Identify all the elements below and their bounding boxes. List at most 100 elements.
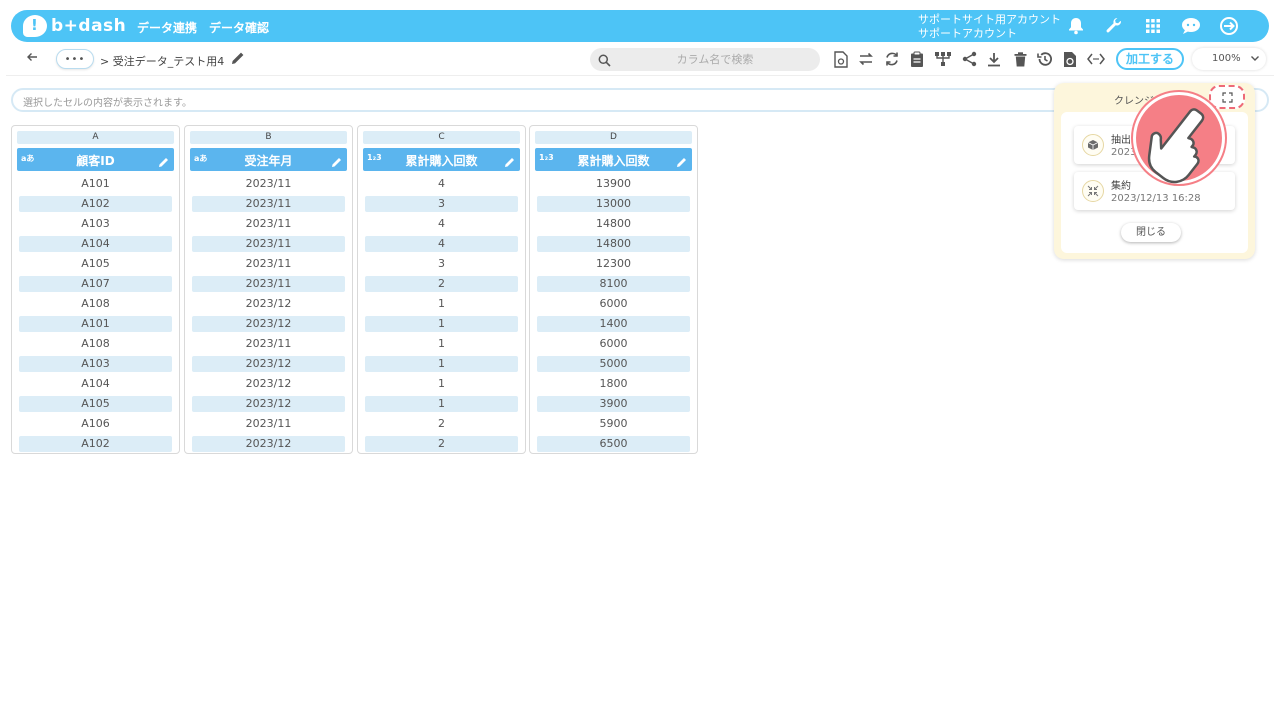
table-cell[interactable]: 13000 — [537, 196, 690, 212]
nav-data-integration[interactable]: データ連携 — [137, 19, 197, 36]
table-cell[interactable]: 3 — [365, 196, 518, 212]
table-cell[interactable]: 6000 — [535, 294, 692, 314]
table-cell[interactable]: 4 — [365, 236, 518, 252]
back-arrow-icon[interactable] — [26, 51, 38, 67]
table-cell[interactable]: 1 — [365, 396, 518, 412]
refresh-icon[interactable] — [883, 50, 901, 68]
table-cell[interactable]: A104 — [17, 374, 174, 394]
nav-data-check[interactable]: データ確認 — [209, 19, 269, 36]
table-cell[interactable]: 2023/11 — [190, 414, 347, 434]
table-cell[interactable]: 4 — [363, 214, 520, 234]
table-cell[interactable]: A105 — [17, 254, 174, 274]
table-cell[interactable]: 2023/12 — [192, 316, 345, 332]
table-cell[interactable]: 1400 — [537, 316, 690, 332]
logout-icon[interactable] — [1218, 15, 1240, 37]
table-cell[interactable]: A103 — [19, 356, 172, 372]
column-letter[interactable]: A — [17, 131, 174, 144]
column-cells: 4 3 4 4 3 2 1 1 1 1 1 1 2 2 — [363, 174, 520, 454]
column-header[interactable]: aあ 顧客ID — [17, 148, 174, 171]
table-cell[interactable]: 2023/11 — [192, 196, 345, 212]
table-cell[interactable]: 14800 — [535, 214, 692, 234]
file-settings-icon[interactable] — [832, 50, 850, 68]
table-cell[interactable]: 2023/12 — [190, 294, 347, 314]
app-logo[interactable]: b+dash — [23, 14, 126, 38]
table-cell[interactable]: 8100 — [537, 276, 690, 292]
column-header[interactable]: aあ 受注年月 — [190, 148, 347, 171]
edit-column-pencil-icon[interactable] — [331, 153, 343, 167]
share-icon[interactable] — [960, 50, 978, 68]
table-cell[interactable]: 13900 — [535, 174, 692, 194]
table-cell[interactable]: 6000 — [535, 334, 692, 354]
table-cell[interactable]: 14800 — [537, 236, 690, 252]
table-cell[interactable]: 2 — [365, 436, 518, 452]
table-cell[interactable]: 2023/12 — [192, 396, 345, 412]
file-refresh-icon[interactable] — [1061, 50, 1079, 68]
column-letter[interactable]: C — [363, 131, 520, 144]
table-cell[interactable]: A105 — [19, 396, 172, 412]
table-cell[interactable]: A106 — [17, 414, 174, 434]
edit-column-pencil-icon[interactable] — [158, 153, 170, 167]
column-header[interactable]: 1₂3 累計購入回数 — [363, 148, 520, 171]
table-cell[interactable]: 2023/12 — [192, 356, 345, 372]
table-cell[interactable]: 2023/12 — [192, 436, 345, 452]
column-letter[interactable]: D — [535, 131, 692, 144]
edit-name-pencil-icon[interactable] — [231, 50, 249, 68]
table-cell[interactable]: A102 — [19, 436, 172, 452]
table-cell[interactable]: A107 — [19, 276, 172, 292]
table-cell[interactable]: A108 — [17, 294, 174, 314]
code-icon[interactable] — [1087, 50, 1105, 68]
column-a: A aあ 顧客ID A101 A102 A103 A104 A105 A107 A108 A1… — [11, 125, 180, 454]
table-cell[interactable]: 5900 — [535, 414, 692, 434]
bell-icon[interactable] — [1065, 15, 1087, 37]
chat-support-icon[interactable] — [1180, 15, 1202, 37]
table-cell[interactable]: A103 — [17, 214, 174, 234]
account-name[interactable]: サポートサイト用アカウント サポートアカウント — [918, 13, 1061, 41]
table-cell[interactable]: 2 — [363, 414, 520, 434]
table-cell[interactable]: 2023/11 — [192, 276, 345, 292]
table-cell[interactable]: 3900 — [537, 396, 690, 412]
table-cell[interactable]: 1 — [363, 334, 520, 354]
process-button[interactable]: 加工する — [1116, 48, 1184, 70]
close-panel-button[interactable]: 閉じる — [1121, 223, 1181, 242]
grid-apps-icon[interactable] — [1142, 15, 1164, 37]
column-search-input[interactable] — [620, 51, 810, 68]
table-cell[interactable]: 1 — [365, 316, 518, 332]
history-icon[interactable] — [1036, 50, 1054, 68]
table-cell[interactable]: 1 — [365, 356, 518, 372]
download-icon[interactable] — [985, 50, 1003, 68]
table-cell[interactable]: 1800 — [535, 374, 692, 394]
table-cell[interactable]: 3 — [363, 254, 520, 274]
wrench-icon[interactable] — [1103, 15, 1125, 37]
table-cell[interactable]: 1 — [363, 294, 520, 314]
table-cell[interactable]: 2023/12 — [190, 374, 347, 394]
hierarchy-icon[interactable] — [934, 50, 952, 68]
table-cell[interactable]: 2 — [365, 276, 518, 292]
data-toolbar: ••• > 受注データ_テスト用4 加工する 10 — [6, 44, 1274, 76]
table-cell[interactable]: 12300 — [535, 254, 692, 274]
edit-column-pencil-icon[interactable] — [504, 153, 516, 167]
table-cell[interactable]: 2023/11 — [192, 236, 345, 252]
logo-text: b+dash — [51, 16, 127, 36]
table-cell[interactable]: 2023/11 — [190, 254, 347, 274]
table-cell[interactable]: 4 — [363, 174, 520, 194]
table-cell[interactable]: 2023/11 — [190, 334, 347, 354]
table-cell[interactable]: 5000 — [537, 356, 690, 372]
breadcrumb: > 受注データ_テスト用4 — [100, 55, 225, 68]
edit-column-pencil-icon[interactable] — [676, 153, 688, 167]
column-letter[interactable]: B — [190, 131, 347, 144]
swap-icon[interactable] — [857, 50, 875, 68]
table-cell[interactable]: A102 — [19, 196, 172, 212]
table-cell[interactable]: 6500 — [537, 436, 690, 452]
clipboard-icon[interactable] — [908, 50, 926, 68]
table-cell[interactable]: A101 — [17, 174, 174, 194]
table-cell[interactable]: A104 — [19, 236, 172, 252]
zoom-select[interactable]: 100% — [1192, 48, 1266, 70]
table-cell[interactable]: 1 — [363, 374, 520, 394]
table-cell[interactable]: 2023/11 — [190, 214, 347, 234]
table-cell[interactable]: A101 — [19, 316, 172, 332]
more-breadcrumb-button[interactable]: ••• — [56, 49, 94, 69]
table-cell[interactable]: 2023/11 — [190, 174, 347, 194]
table-cell[interactable]: A108 — [17, 334, 174, 354]
trash-icon[interactable] — [1011, 50, 1029, 68]
column-header[interactable]: 1₂3 累計購入回数 — [535, 148, 692, 171]
